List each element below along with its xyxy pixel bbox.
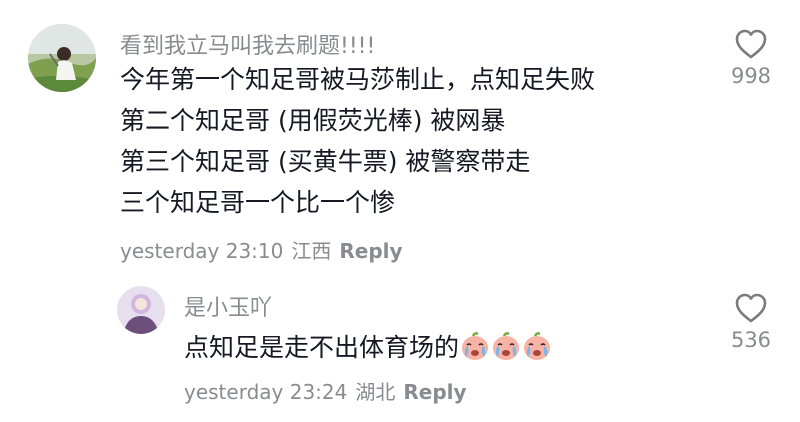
comment-line: 三个知足哥一个比一个惨	[120, 188, 396, 217]
comment-line: 点知足是走不出体育场的	[184, 327, 552, 368]
like-count: 998	[730, 64, 772, 88]
comment-location: 湖北	[355, 380, 396, 404]
comment-username[interactable]: 是小玉吖	[184, 290, 272, 322]
crying-face-icon	[524, 332, 551, 360]
reply-comment-item: 是小玉吖 点知足是走不出体育场的 yesterday 23:24 湖北 Repl…	[0, 270, 800, 422]
like-control[interactable]: 998	[721, 28, 781, 88]
crying-face-icon	[493, 332, 520, 360]
like-count: 536	[730, 328, 772, 352]
heart-icon[interactable]	[734, 292, 768, 324]
like-control[interactable]: 536	[721, 292, 781, 352]
heart-icon[interactable]	[734, 28, 768, 60]
user-avatar[interactable]	[117, 286, 165, 334]
photo-avatar-icon	[117, 286, 165, 334]
user-avatar[interactable]	[28, 24, 96, 92]
comment-time: yesterday 23:10	[120, 239, 284, 263]
comment-username[interactable]: 看到我立马叫我去刷题!!!!	[120, 28, 375, 60]
reply-button[interactable]: Reply	[339, 239, 402, 263]
comment-item: 看到我立马叫我去刷题!!!! 今年第一个知足哥被马莎制止，点知足失败 第二个知足…	[0, 0, 800, 270]
comment-line-text: 点知足是走不出体育场的	[184, 333, 460, 362]
comment-text: 点知足是走不出体育场的	[184, 327, 552, 368]
comment-line: 今年第一个知足哥被马莎制止，点知足失败	[120, 65, 596, 94]
comment-meta: yesterday 23:24 湖北 Reply	[184, 376, 467, 405]
comment-line: 第二个知足哥 (用假荧光棒) 被网暴	[120, 106, 506, 135]
photo-avatar-icon	[28, 24, 96, 92]
comment-location: 江西	[291, 239, 332, 263]
comment-time: yesterday 23:24	[184, 380, 348, 404]
comment-text: 今年第一个知足哥被马莎制止，点知足失败 第二个知足哥 (用假荧光棒) 被网暴 第…	[120, 59, 595, 223]
reply-button[interactable]: Reply	[403, 380, 466, 404]
comment-meta: yesterday 23:10 江西 Reply	[120, 235, 403, 264]
crying-face-icon	[462, 332, 489, 360]
comment-line: 第三个知足哥 (买黄牛票) 被警察带走	[120, 147, 531, 176]
